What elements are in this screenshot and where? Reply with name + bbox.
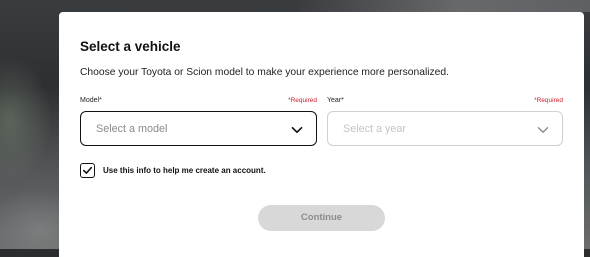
modal-title: Select a vehicle — [80, 39, 181, 54]
create-account-checkbox-label[interactable]: Use this info to help me create an accou… — [103, 166, 266, 175]
model-required-note: *Required — [288, 97, 317, 104]
year-select[interactable]: Select a year — [327, 111, 563, 146]
chevron-down-icon — [537, 123, 549, 135]
background-photo-strip — [300, 0, 590, 12]
year-select-placeholder: Select a year — [343, 123, 407, 135]
select-vehicle-modal: Select a vehicle Choose your Toyota or S… — [59, 12, 584, 257]
year-required-note: *Required — [534, 97, 563, 104]
create-account-checkbox[interactable] — [80, 163, 95, 178]
model-label: Model* — [80, 97, 102, 104]
model-select-placeholder: Select a model — [96, 123, 168, 135]
year-label: Year* — [327, 97, 344, 104]
model-select[interactable]: Select a model — [80, 111, 317, 146]
checkmark-icon — [83, 166, 93, 174]
chevron-down-icon — [291, 123, 303, 135]
continue-button[interactable]: Continue — [258, 205, 385, 231]
modal-subtitle: Choose your Toyota or Scion model to mak… — [80, 67, 449, 78]
